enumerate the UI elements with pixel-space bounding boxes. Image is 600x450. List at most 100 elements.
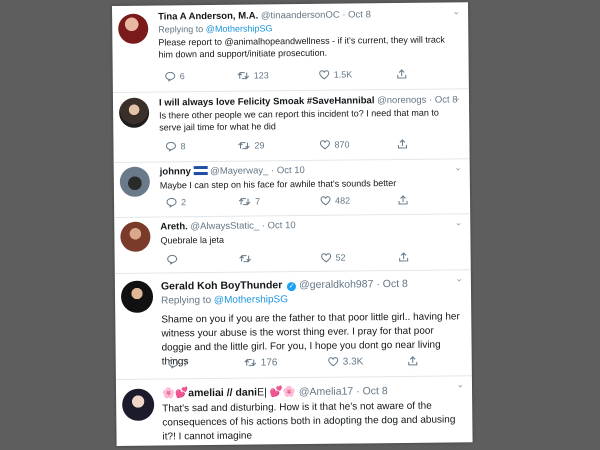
share-icon — [408, 356, 418, 366]
handle[interactable]: @tinaandersonOC — [261, 10, 340, 22]
tweet-date[interactable]: · Oct 10 — [262, 220, 296, 231]
avatar[interactable] — [122, 388, 155, 421]
tweet-norenogs[interactable]: I will always love Felicity Smoak #SaveH… — [112, 88, 470, 163]
like-icon — [319, 70, 330, 80]
reply-button[interactable]: 2 — [166, 197, 187, 208]
reply-button[interactable]: 7 — [168, 358, 189, 370]
tweet-header: Areth. @AlwaysStatic_ · Oct 10 — [160, 220, 295, 232]
display-name[interactable]: Tina A Anderson, M.A. — [158, 10, 258, 22]
tweet-text: Quebrale la jeta — [160, 234, 225, 246]
caret-down-icon[interactable]: ⌄ — [453, 92, 461, 103]
tweet-header: Gerald Koh BoyThunder ✓ @geraldkoh987 · … — [161, 278, 408, 293]
tweet-date[interactable]: · Oct 8 — [356, 385, 388, 397]
display-name[interactable]: I will always love Felicity Smoak #SaveH… — [159, 95, 375, 108]
avatar[interactable] — [118, 97, 150, 128]
reply-icon — [166, 197, 177, 208]
like-button[interactable]: 1.5K — [319, 69, 353, 80]
caret-down-icon[interactable]: ⌄ — [456, 379, 464, 390]
display-name[interactable]: johnny — [160, 166, 191, 177]
like-count: 1.5K — [333, 69, 353, 80]
share-icon — [397, 139, 408, 149]
like-icon — [328, 357, 339, 367]
tweet-text: Please report to @animalhopeandwellness … — [158, 34, 445, 60]
share-button[interactable] — [408, 356, 422, 367]
caret-down-icon[interactable]: ⌄ — [455, 273, 463, 284]
like-button[interactable]: 52 — [321, 253, 346, 263]
replying-to: Replying to @MothershipSG — [158, 23, 273, 35]
share-button[interactable] — [399, 252, 413, 262]
name-emoji-prefix: 🌸💕 — [161, 387, 189, 400]
tweet-text: Is there other people we can report this… — [159, 107, 439, 133]
mention-link[interactable]: @MothershipSG — [214, 294, 288, 306]
tweet-date[interactable]: · Oct 8 — [376, 278, 408, 290]
retweet-button[interactable]: 123 — [237, 70, 269, 81]
reply-icon — [165, 71, 176, 82]
like-icon — [319, 140, 330, 150]
tweet-ameliai[interactable]: 🌸💕ameliai // daniE| 💕🌸 @Amelia17 · Oct 8… — [116, 375, 473, 446]
avatar[interactable] — [119, 166, 150, 197]
handle[interactable]: @geraldkoh987 — [299, 278, 373, 291]
tweet-text: Maybe I can step on his face for awhile … — [159, 178, 397, 191]
tweet-gerald-koh[interactable]: Gerald Koh BoyThunder ✓ @geraldkoh987 · … — [114, 269, 472, 380]
retweet-count: 123 — [253, 70, 269, 81]
retweet-icon — [244, 359, 257, 367]
reply-icon — [168, 358, 179, 369]
retweet-button[interactable]: 7 — [238, 196, 261, 207]
avatar[interactable] — [118, 13, 149, 44]
replying-to: Replying to @MothershipSG — [161, 294, 289, 307]
like-count: 870 — [334, 139, 350, 150]
like-count: 52 — [335, 252, 346, 263]
avatar[interactable] — [120, 280, 154, 313]
like-button[interactable]: 3.3K — [328, 356, 363, 368]
caret-down-icon[interactable]: ⌄ — [455, 217, 463, 228]
tweet-text: That's sad and disturbing. How is it tha… — [162, 400, 456, 443]
avatar[interactable] — [120, 221, 151, 252]
share-button[interactable] — [397, 69, 411, 79]
tweet-date[interactable]: · Oct 10 — [271, 165, 305, 176]
share-button[interactable] — [397, 139, 411, 149]
tweet-tina-anderson[interactable]: Tina A Anderson, M.A. @tinaandersonOC · … — [112, 2, 469, 93]
tweet-header: johnny @Mayerway_ · Oct 10 — [160, 165, 305, 178]
retweet-count: 7 — [255, 196, 261, 207]
handle[interactable]: @Mayerway_ — [210, 165, 268, 177]
handle[interactable]: @norenogs — [377, 95, 426, 107]
retweet-button[interactable]: 176 — [244, 357, 278, 369]
retweet-count: 176 — [260, 357, 278, 369]
display-name[interactable]: ameliai // dani — [188, 387, 257, 400]
handle[interactable]: @Amelia17 — [299, 385, 354, 398]
like-button[interactable]: 482 — [320, 196, 350, 206]
retweet-icon — [239, 255, 252, 263]
retweet-icon — [238, 142, 250, 150]
like-count: 482 — [334, 195, 351, 206]
reply-icon — [165, 141, 176, 152]
retweet-button[interactable]: 29 — [237, 140, 265, 151]
tweet-areth[interactable]: Areth. @AlwaysStatic_ · Oct 10 ⌄ Quebral… — [114, 213, 471, 274]
display-name[interactable]: Areth. — [160, 221, 188, 232]
retweet-count: 29 — [254, 140, 265, 151]
caret-down-icon[interactable]: ⌄ — [452, 6, 460, 17]
reply-icon — [167, 254, 178, 265]
reply-button[interactable]: 6 — [165, 71, 185, 82]
reply-count: 7 — [182, 358, 189, 370]
reply-count: 6 — [179, 71, 185, 82]
reply-count: 2 — [181, 197, 187, 208]
retweet-button[interactable] — [239, 254, 256, 264]
mention-link[interactable]: @MothershipSG — [206, 23, 273, 34]
reply-button[interactable]: 8 — [165, 141, 186, 152]
caret-down-icon[interactable]: ⌄ — [454, 162, 462, 173]
share-icon — [399, 252, 409, 262]
share-button[interactable] — [398, 195, 412, 205]
tweet-date[interactable]: · Oct 8 — [342, 9, 371, 20]
handle[interactable]: @AlwaysStatic_ — [190, 220, 259, 232]
reply-count: 8 — [180, 141, 186, 152]
tweet-johnny[interactable]: johnny @Mayerway_ · Oct 10 ⌄ Maybe I can… — [113, 158, 471, 218]
verified-icon: ✓ — [287, 282, 297, 292]
reply-button[interactable] — [167, 254, 182, 265]
share-icon — [397, 69, 407, 79]
tweet-header: 🌸💕ameliai // daniE| 💕🌸 @Amelia17 · Oct 8 — [162, 384, 388, 399]
like-icon — [320, 196, 331, 206]
display-name[interactable]: Gerald Koh BoyThunder — [161, 279, 282, 292]
retweet-icon — [237, 72, 250, 80]
retweet-icon — [238, 198, 251, 206]
like-button[interactable]: 870 — [319, 139, 350, 150]
